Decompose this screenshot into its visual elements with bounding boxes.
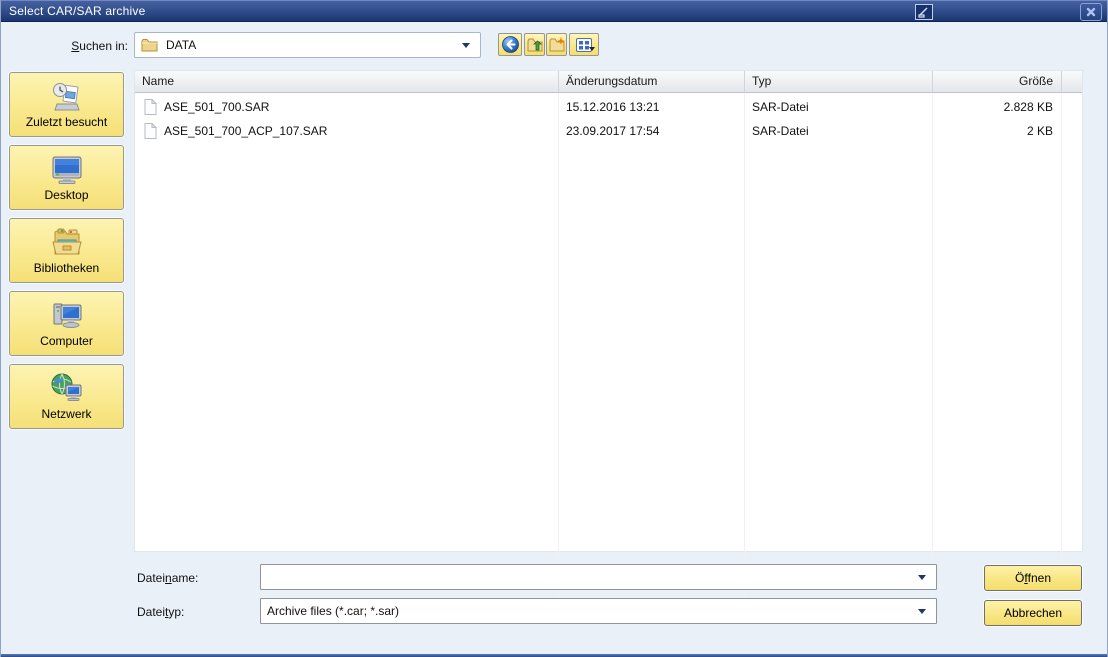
sidebar-item-libraries[interactable]: Bibliotheken xyxy=(9,218,124,283)
desktop-icon xyxy=(10,151,123,189)
back-button[interactable] xyxy=(498,33,522,56)
file-icon xyxy=(144,99,157,115)
filename-combobox[interactable] xyxy=(260,564,937,590)
up-one-level-icon xyxy=(527,37,543,52)
close-button[interactable] xyxy=(1080,3,1102,21)
sidebar-item-label: Bibliotheken xyxy=(10,261,123,275)
filetype-label: Dateityp: xyxy=(137,605,184,619)
close-icon xyxy=(1086,7,1096,17)
up-one-level-button[interactable] xyxy=(524,33,545,56)
column-header-filler xyxy=(1062,71,1082,93)
sidebar-item-computer[interactable]: Computer xyxy=(9,291,124,356)
filetype-value: Archive files (*.car; *.sar) xyxy=(267,604,399,618)
column-header-type[interactable]: Typ xyxy=(745,71,933,93)
column-divider xyxy=(1061,93,1062,599)
views-dropdown-arrow-icon xyxy=(589,47,595,51)
sidebar-item-network[interactable]: Netzwerk xyxy=(9,364,124,429)
column-divider xyxy=(932,93,933,599)
sidebar-item-label: Desktop xyxy=(10,188,123,202)
computer-icon xyxy=(10,297,123,335)
app-icon xyxy=(915,4,933,20)
sidebar-item-label: Netzwerk xyxy=(10,407,123,421)
file-size-cell: 2.828 KB xyxy=(933,100,1062,114)
network-icon xyxy=(10,370,123,408)
filename-label: Dateiname: xyxy=(137,571,198,585)
look-in-combobox[interactable]: DATA xyxy=(134,32,481,58)
filetype-combobox[interactable]: Archive files (*.car; *.sar) xyxy=(260,598,937,624)
file-row[interactable]: ASE_501_700_ACP_107.SAR 23.09.2017 17:54… xyxy=(135,119,1082,143)
sidebar-item-recent-places[interactable]: Zuletzt besucht xyxy=(9,72,124,137)
file-list: Name Änderungsdatum Typ Größe ASE_501_70… xyxy=(134,70,1083,552)
file-list-body: ASE_501_700.SAR 15.12.2016 13:21 SAR-Dat… xyxy=(135,93,1082,143)
pen-pad-icon xyxy=(918,6,930,18)
look-in-value: DATA xyxy=(166,38,196,52)
file-size-cell: 2 KB xyxy=(933,124,1062,138)
sidebar-item-desktop[interactable]: Desktop xyxy=(9,145,124,210)
sidebar-item-label: Zuletzt besucht xyxy=(10,115,123,129)
folder-icon xyxy=(141,38,158,52)
open-button[interactable]: Öffnen xyxy=(984,565,1082,591)
column-header-name[interactable]: Name xyxy=(135,71,559,93)
file-modified-cell: 23.09.2017 17:54 xyxy=(559,124,745,138)
file-modified-cell: 15.12.2016 13:21 xyxy=(559,100,745,114)
file-dialog-window: Select CAR/SAR archive Suchen in: DATA xyxy=(0,0,1108,657)
new-folder-icon xyxy=(549,37,565,52)
file-type-cell: SAR-Datei xyxy=(745,124,933,138)
window-title: Select CAR/SAR archive xyxy=(9,1,145,21)
recent-places-icon xyxy=(10,78,123,116)
file-list-header: Name Änderungsdatum Typ Größe xyxy=(135,71,1082,93)
column-divider xyxy=(744,93,745,599)
new-folder-button[interactable] xyxy=(546,33,567,56)
column-divider xyxy=(558,93,559,599)
file-type-cell: SAR-Datei xyxy=(745,100,933,114)
file-icon xyxy=(144,123,157,139)
chevron-down-icon xyxy=(918,575,926,580)
back-icon xyxy=(502,36,519,53)
chevron-down-icon xyxy=(462,43,470,48)
look-in-label: Suchen in: xyxy=(21,39,128,53)
file-row[interactable]: ASE_501_700.SAR 15.12.2016 13:21 SAR-Dat… xyxy=(135,95,1082,119)
chevron-down-icon xyxy=(918,609,926,614)
cancel-button[interactable]: Abbrechen xyxy=(984,600,1082,626)
column-header-size[interactable]: Größe xyxy=(933,71,1062,93)
views-menu-button[interactable] xyxy=(569,33,599,56)
file-name-cell: ASE_501_700_ACP_107.SAR xyxy=(135,123,559,139)
column-header-modified[interactable]: Änderungsdatum xyxy=(559,71,745,93)
sidebar-item-label: Computer xyxy=(10,334,123,348)
file-name-cell: ASE_501_700.SAR xyxy=(135,99,559,115)
titlebar[interactable]: Select CAR/SAR archive xyxy=(1,0,1107,22)
filename-input[interactable] xyxy=(267,566,907,588)
libraries-icon xyxy=(10,224,123,262)
